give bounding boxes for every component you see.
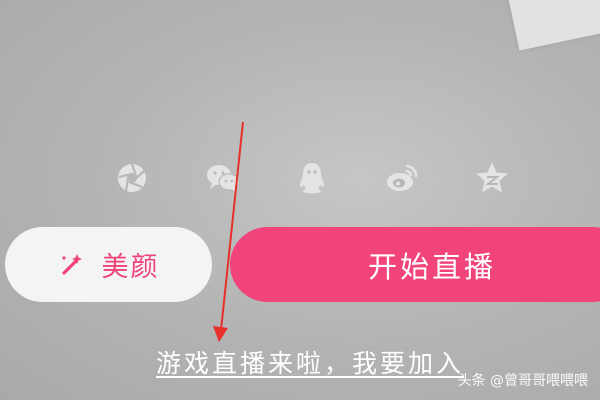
start-live-button-label: 开始直播 xyxy=(368,249,497,284)
start-live-button[interactable]: 开始直播 xyxy=(230,227,600,302)
magic-wand-icon xyxy=(58,252,84,278)
weibo-icon[interactable] xyxy=(380,156,424,200)
wechat-icon[interactable] xyxy=(201,156,245,200)
watermark: 头条 @曾哥哥喂喂喂 xyxy=(457,373,588,389)
share-options-row xyxy=(0,156,600,204)
background-paper xyxy=(502,0,600,51)
camera-shutter-icon[interactable] xyxy=(110,156,154,200)
beauty-button[interactable]: 美颜 xyxy=(5,227,212,302)
qzone-icon[interactable] xyxy=(470,156,514,200)
join-game-live-link[interactable]: 游戏直播来啦，我要加入 xyxy=(156,344,464,380)
beauty-button-label: 美颜 xyxy=(101,252,160,283)
qq-icon[interactable] xyxy=(290,156,334,200)
